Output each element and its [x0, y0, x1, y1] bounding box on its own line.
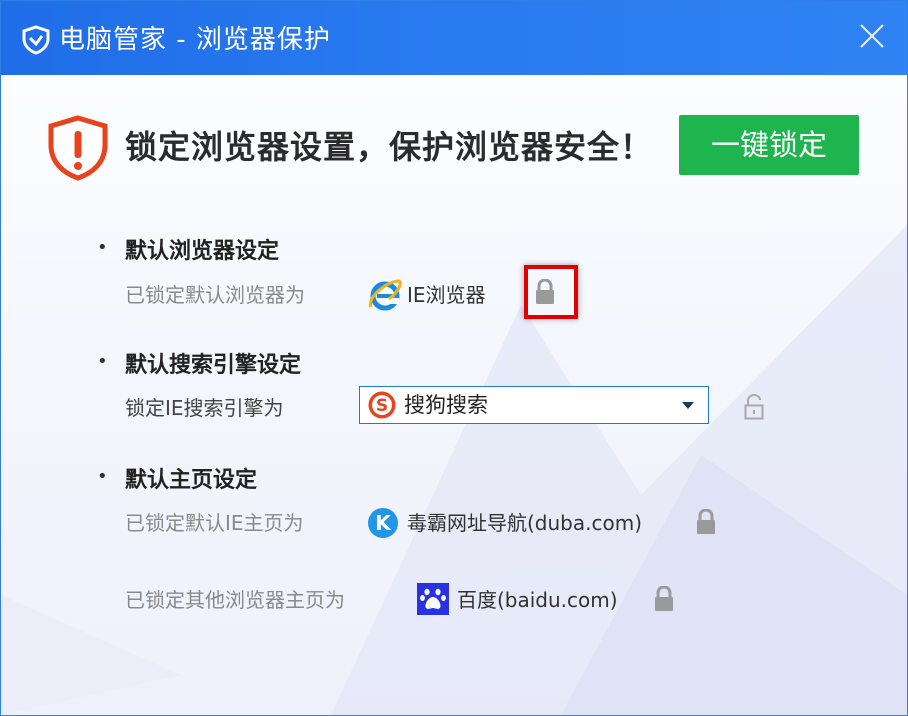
section-title-search-engine: 默认搜索引擎设定: [125, 353, 302, 378]
ie-icon: [369, 279, 402, 311]
baidu-icon: [417, 583, 449, 615]
page-headline: 锁定浏览器设置，保护浏览器安全！: [125, 128, 654, 166]
lock-all-button[interactable]: 一键锁定: [679, 115, 859, 175]
close-icon[interactable]: [853, 17, 891, 55]
ie-homepage-value: 毒霸网址导航(duba.com): [407, 511, 642, 535]
browser-protection-dialog: 电脑管家 - 浏览器保护 锁定浏览器设置，保护浏览器安全！ 一键锁定 • 默认浏…: [0, 0, 908, 716]
sogou-icon: S: [368, 391, 396, 419]
lock-highlight-box: [524, 265, 578, 319]
bullet: •: [97, 466, 108, 487]
svg-text:S: S: [376, 396, 388, 416]
shield-logo-icon: [22, 25, 50, 55]
dropdown-arrow-icon: [682, 402, 694, 409]
section-title-default-browser: 默认浏览器设定: [125, 239, 280, 264]
window-title: 电脑管家 - 浏览器保护: [59, 25, 331, 55]
lock-icon[interactable]: [653, 586, 675, 612]
ie-homepage-label: 已锁定默认IE主页为: [125, 511, 304, 535]
default-browser-label: 已锁定默认浏览器为: [125, 283, 305, 307]
other-homepage-label: 已锁定其他浏览器主页为: [125, 588, 345, 612]
unlock-icon[interactable]: [743, 394, 765, 420]
other-homepage-value: 百度(baidu.com): [457, 588, 618, 612]
svg-text:K: K: [375, 511, 392, 535]
default-browser-value: IE浏览器: [407, 283, 486, 307]
bullet: •: [97, 351, 108, 372]
warning-shield-icon: [48, 115, 108, 181]
search-engine-selected: 搜狗搜索: [404, 393, 488, 417]
bullet: •: [97, 237, 108, 258]
duba-icon: K: [368, 508, 398, 538]
title-bar: 电脑管家 - 浏览器保护: [1, 1, 907, 75]
search-engine-label: 锁定IE搜索引擎为: [125, 396, 284, 420]
lock-icon[interactable]: [695, 509, 717, 535]
section-title-homepage: 默认主页设定: [125, 468, 258, 493]
search-engine-select[interactable]: S 搜狗搜索: [359, 386, 709, 424]
